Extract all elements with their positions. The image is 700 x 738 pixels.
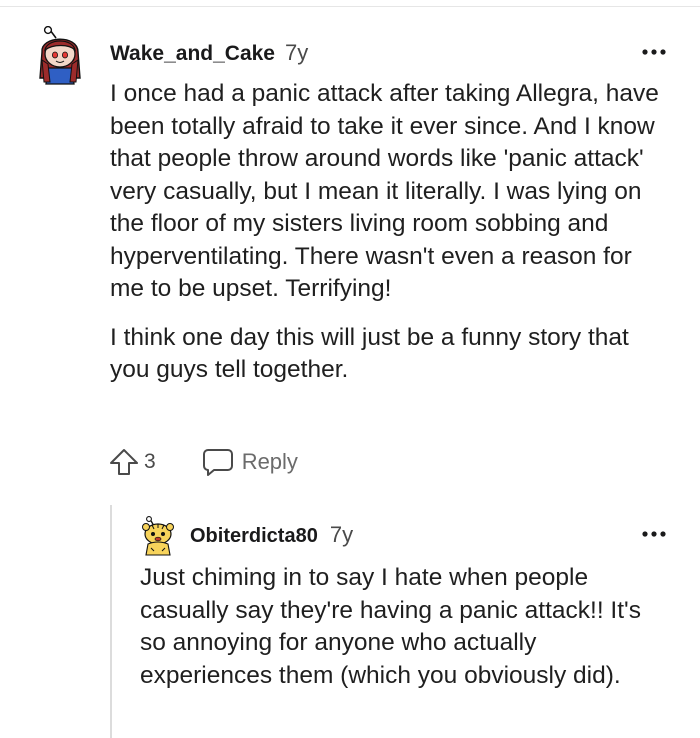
speech-bubble-icon <box>202 449 233 476</box>
comment-actions: 3 Reply <box>108 444 298 480</box>
user-avatar-icon[interactable] <box>36 26 84 86</box>
user-avatar-icon[interactable] <box>140 516 176 556</box>
comment-age: 7y <box>329 522 354 547</box>
reply-label: Reply <box>241 449 298 474</box>
upvote-button[interactable]: 3 <box>108 446 156 478</box>
username-link[interactable]: Wake_and_Cake <box>110 42 275 66</box>
comment-body: I once had a panic attack after taking A… <box>110 78 670 387</box>
comment-age: 7y <box>284 40 309 65</box>
thread-line[interactable] <box>110 505 112 738</box>
comment: Wake_and_Cake 7y I once had a panic atta… <box>0 0 700 738</box>
reply-header: Obiterdicta80 7y <box>190 522 353 548</box>
comment-paragraph: Just chiming in to say I hate when peopl… <box>140 564 641 689</box>
vote-count: 3 <box>144 450 156 473</box>
more-options-icon[interactable] <box>640 38 668 66</box>
reply-button[interactable]: Reply <box>202 447 298 477</box>
comment-paragraph: I once had a panic attack after taking A… <box>110 80 659 302</box>
username-link[interactable]: Obiterdicta80 <box>190 525 318 548</box>
reply-body: Just chiming in to say I hate when peopl… <box>140 562 670 692</box>
upvote-arrow-icon <box>110 449 138 475</box>
comment-paragraph: I think one day this will just be a funn… <box>110 323 629 384</box>
more-options-icon[interactable] <box>640 520 668 548</box>
comment-header: Wake_and_Cake 7y <box>110 40 308 66</box>
